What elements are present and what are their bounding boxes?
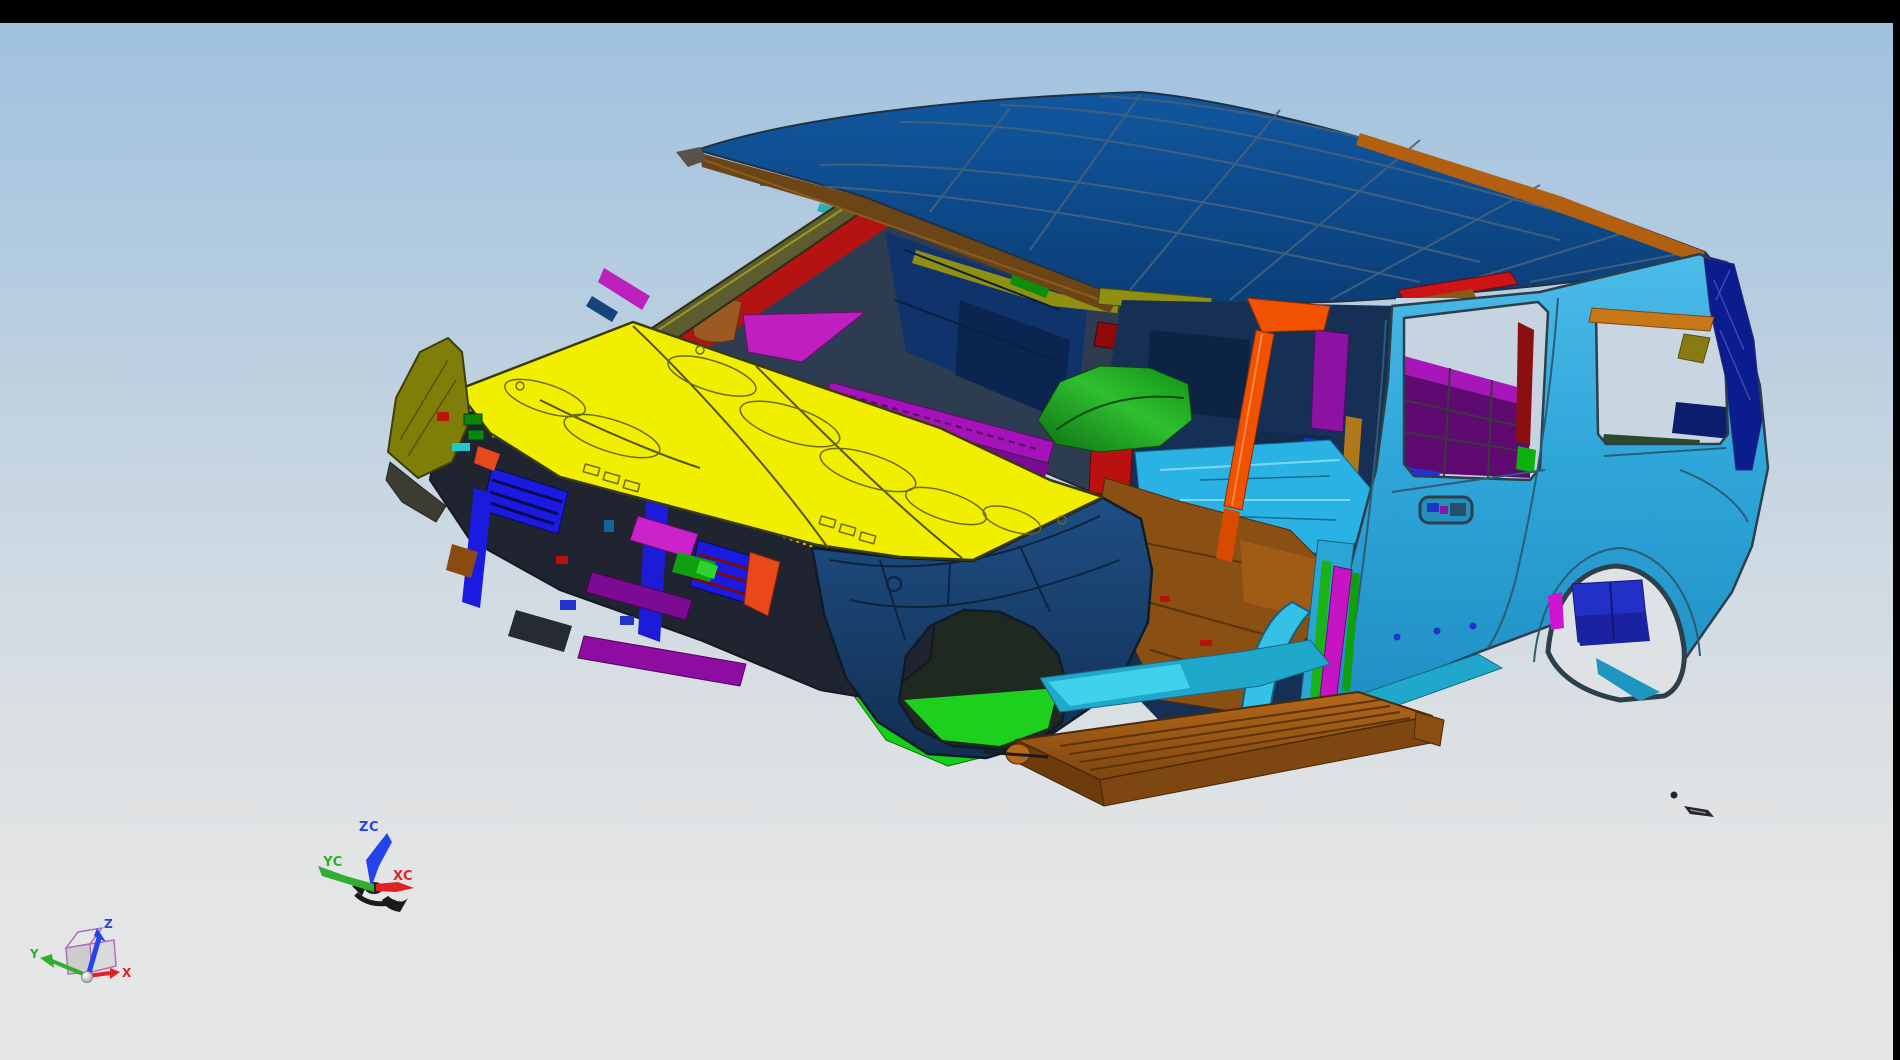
cad-3d-viewport[interactable]: ZC YC XC Z Y bbox=[0, 0, 1900, 1060]
window-right-bar bbox=[1893, 0, 1900, 1060]
wcs-z-label: ZC bbox=[359, 820, 379, 835]
wcs-y-axis[interactable]: YC bbox=[318, 855, 374, 892]
view-z-label: Z bbox=[104, 917, 113, 931]
application-window: ZC YC XC Z Y bbox=[0, 0, 1900, 1060]
wcs-x-axis[interactable]: XC bbox=[376, 869, 414, 892]
view-orientation-triad[interactable]: Z Y X bbox=[29, 917, 132, 983]
wcs-y-label: YC bbox=[322, 855, 343, 870]
wcs-triad[interactable]: ZC YC XC bbox=[318, 820, 414, 912]
biw-model[interactable] bbox=[386, 92, 1768, 817]
view-y-label: Y bbox=[29, 947, 39, 961]
scene-canvas[interactable]: ZC YC XC Z Y bbox=[0, 0, 1900, 1060]
wcs-x-label: XC bbox=[393, 869, 413, 884]
door-inner-purple bbox=[1311, 330, 1349, 432]
door-handle-pocket[interactable] bbox=[1420, 497, 1472, 523]
view-x-label: X bbox=[122, 966, 132, 980]
debris-parts[interactable] bbox=[1671, 792, 1715, 818]
wcs-z-axis[interactable]: ZC bbox=[359, 820, 392, 888]
window-top-bar bbox=[0, 0, 1900, 23]
